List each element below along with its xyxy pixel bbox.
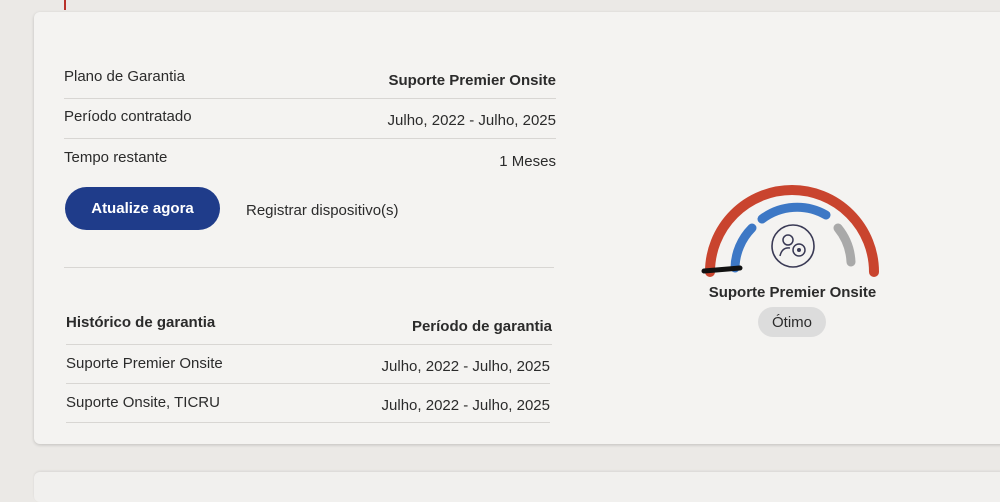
- remaining-row: Tempo restante 1 Meses: [64, 139, 556, 179]
- plan-label: Plano de Garantia: [64, 68, 185, 85]
- warranty-health-gauge: [701, 185, 879, 277]
- section-divider: [64, 267, 554, 268]
- remaining-label: Tempo restante: [64, 149, 168, 166]
- renew-now-button[interactable]: Atualize agora: [65, 187, 220, 230]
- history-row: Suporte Onsite, TICRU Julho, 2022 - Julh…: [66, 384, 550, 423]
- gauge-inner-top-arc: [757, 202, 831, 224]
- history-period: Julho, 2022 - Julho, 2025: [381, 397, 550, 414]
- register-device-link[interactable]: Registrar dispositivo(s): [246, 202, 399, 219]
- plan-row: Plano de Garantia Suporte Premier Onsite: [64, 58, 556, 99]
- history-col-period: Período de garantia: [411, 318, 552, 335]
- gauge-inner-right-arc: [833, 223, 856, 267]
- remaining-value: 1 Meses: [499, 153, 556, 170]
- gauge-plan-title: Suporte Premier Onsite: [708, 284, 877, 301]
- history-row: Suporte Premier Onsite Julho, 2022 - Jul…: [66, 345, 550, 384]
- gauge-needle: [701, 265, 743, 274]
- next-card-edge: [34, 472, 1000, 502]
- period-value: Julho, 2022 - Julho, 2025: [387, 112, 556, 129]
- gauge-inner-left-arc: [730, 223, 757, 273]
- status-badge: Ótimo: [758, 307, 826, 337]
- history-plan: Suporte Onsite, TICRU: [66, 394, 220, 411]
- period-label: Período contratado: [64, 108, 192, 125]
- period-row: Período contratado Julho, 2022 - Julho, …: [64, 98, 556, 139]
- support-agent-gear-icon: [771, 224, 815, 268]
- history-col-plan: Histórico de garantia: [66, 314, 216, 331]
- history-header: Histórico de garantia Período de garanti…: [66, 312, 552, 345]
- top-accent-bar: [64, 0, 66, 10]
- plan-value: Suporte Premier Onsite: [388, 72, 556, 89]
- history-period: Julho, 2022 - Julho, 2025: [381, 358, 550, 375]
- history-plan: Suporte Premier Onsite: [66, 355, 223, 372]
